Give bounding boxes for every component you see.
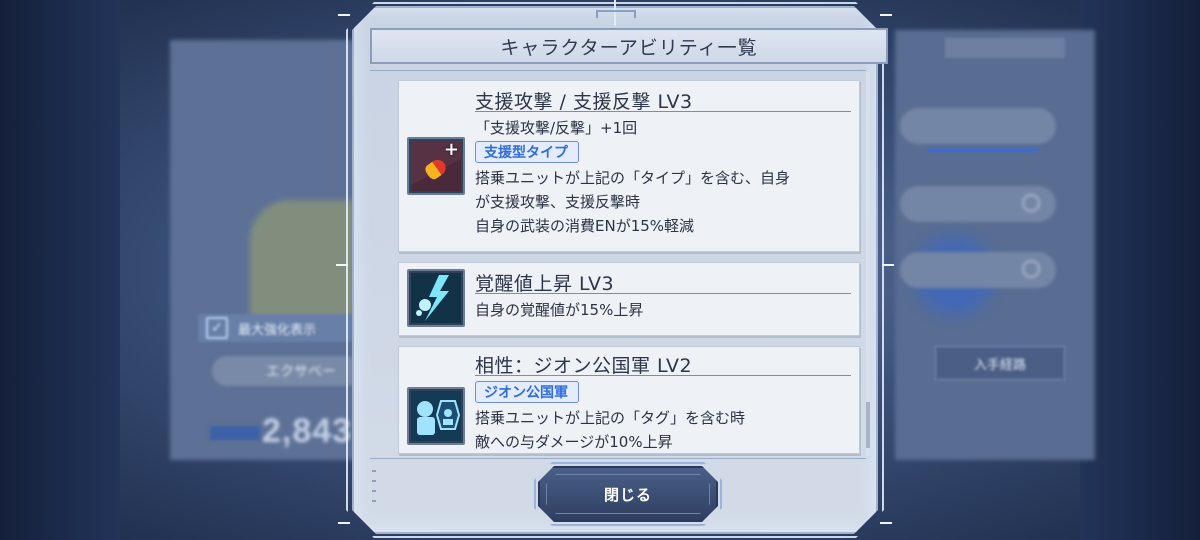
background-stat-bar — [928, 148, 1038, 152]
side-mark-left — [336, 264, 348, 266]
ability-description-line: 敵への与ダメージが10%上昇 — [475, 433, 673, 451]
list-top-divider — [370, 70, 866, 71]
background-right-edge — [1080, 0, 1200, 540]
search-icon — [1022, 260, 1040, 278]
ability-description-line: が支援攻撃、支援反撃時 — [475, 193, 641, 211]
ability-description-line: 自身の覚醒値が15%上昇 — [475, 301, 644, 319]
list-scrollbar-thumb[interactable] — [866, 402, 870, 448]
background-pilot-name: エクサベー — [212, 356, 362, 386]
background-power-bar — [210, 426, 260, 440]
background-power-value: 2,843 — [262, 412, 353, 450]
ability-divider — [475, 111, 851, 112]
background-field-1 — [900, 108, 1056, 144]
ability-card: 覚醒値上昇 LV3 自身の覚醒値が15%上昇 — [398, 262, 860, 336]
ability-name: 覚醒値上昇 LV3 — [475, 273, 615, 295]
ability-description-line: 自身の武装の消費ENが15%軽減 — [475, 217, 695, 235]
top-notch-decoration — [596, 10, 636, 18]
support-attack-capsule-icon: + — [407, 137, 465, 195]
ability-name: 相性：ジオン公国軍 LV2 — [475, 355, 693, 377]
ability-name: 支援攻撃 / 支援反撃 LV3 — [475, 91, 693, 113]
background-acquire-button: 入手経路 — [935, 346, 1065, 380]
background-checkbox-label: 最大強化表示 — [238, 322, 317, 338]
corner-mark — [880, 14, 892, 16]
side-mark-right — [882, 264, 894, 266]
list-bottom-divider — [370, 458, 866, 459]
ability-description-line: 「支援攻撃/反撃」+1回 — [475, 119, 638, 137]
background-search-field-2 — [900, 252, 1056, 288]
ability-tag: ジオン公国軍 — [475, 381, 579, 403]
plus-icon: + — [443, 139, 459, 160]
dialog-title: キャラクターアビリティ一覧 — [500, 36, 758, 59]
ability-divider — [475, 375, 851, 376]
background-top-cell — [945, 38, 1065, 58]
awakening-burst-icon — [407, 269, 465, 327]
ability-tag: 支援型タイプ — [475, 141, 579, 163]
faction-affinity-icon — [407, 387, 465, 445]
ability-card: + 支援攻撃 / 支援反撃 LV3 「支援攻撃/反撃」+1回 支援型タイプ 搭乗… — [398, 80, 860, 252]
list-scrollbar[interactable] — [866, 72, 870, 456]
dialog-title-bar: キャラクターアビリティ一覧 — [370, 28, 888, 64]
corner-mark — [338, 522, 350, 524]
check-icon: ✓ — [206, 317, 228, 339]
corner-mark — [338, 14, 350, 16]
ability-divider — [475, 293, 851, 294]
ability-card: 相性：ジオン公国軍 LV2 ジオン公国軍 搭乗ユニットが上記の「タグ」を含む時 … — [398, 346, 860, 454]
close-button[interactable]: 閉じる — [538, 466, 718, 522]
ability-description-line: 搭乗ユニットが上記の「タイプ」を含む、自身 — [475, 169, 791, 187]
background-right-panel — [895, 30, 1095, 460]
corner-mark — [880, 522, 892, 524]
background-left-edge — [0, 0, 120, 540]
ability-description-line: 搭乗ユニットが上記の「タグ」を含む時 — [475, 409, 746, 427]
search-icon — [1022, 194, 1040, 212]
footer-decoration — [372, 470, 376, 510]
background-search-field-1 — [900, 186, 1056, 222]
